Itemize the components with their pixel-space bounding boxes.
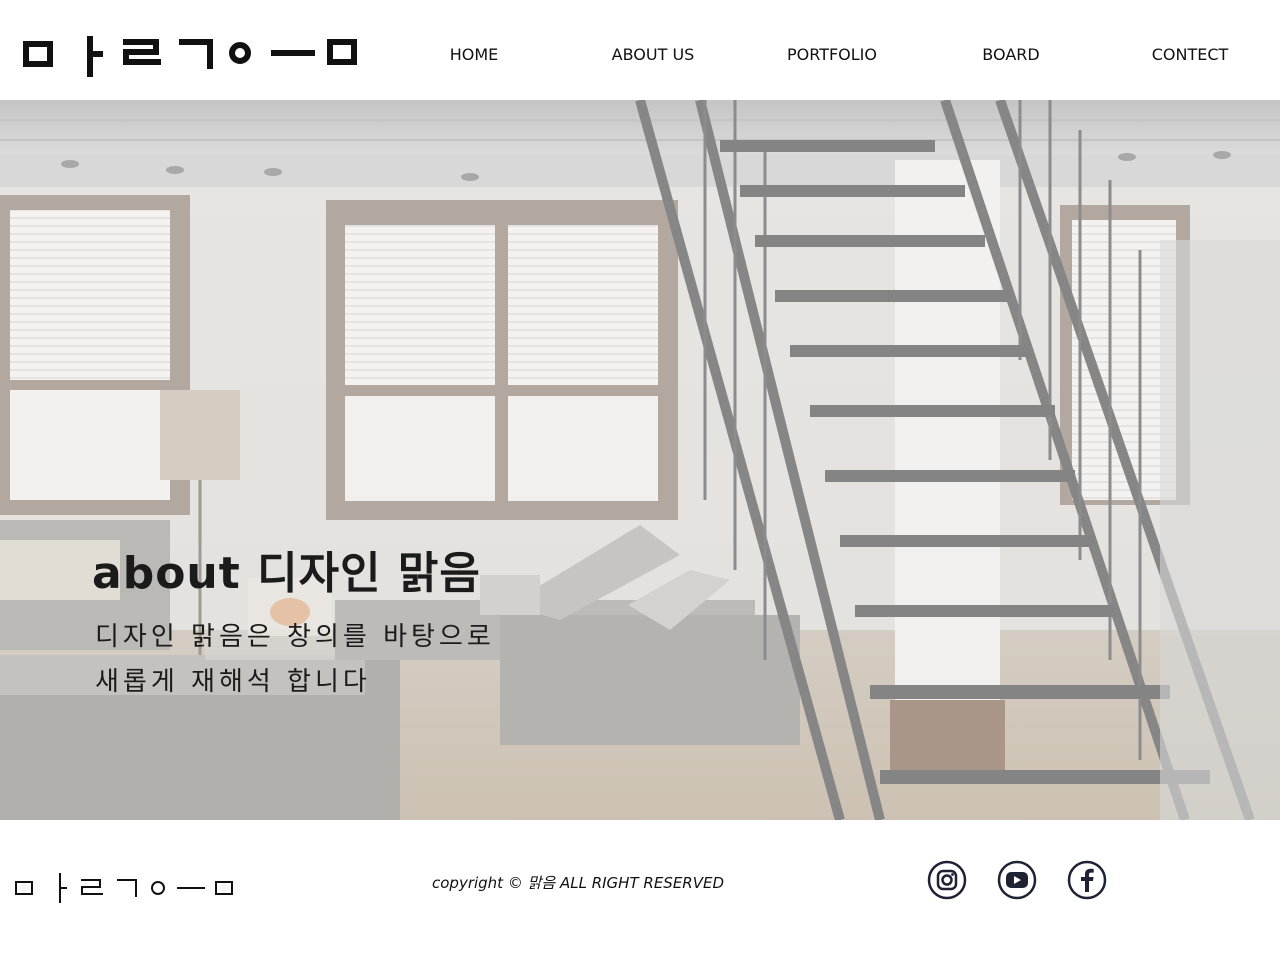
footer-logo bbox=[15, 873, 233, 903]
instagram-icon[interactable] bbox=[927, 860, 967, 900]
hero-background-image bbox=[0, 100, 1280, 820]
hero-description-line: 새롭게 재해석 합니다 bbox=[95, 667, 371, 697]
nav-portfolio[interactable]: PORTFOLIO bbox=[787, 45, 877, 64]
youtube-icon[interactable] bbox=[997, 860, 1037, 900]
hero-description: 디자인 맑음은 창의를 바탕으로 새롭게 재해석 합니다 bbox=[95, 615, 495, 705]
nav-board[interactable]: BOARD bbox=[982, 45, 1039, 64]
nav-home[interactable]: HOME bbox=[450, 45, 499, 64]
site-footer: copyright © 맑음 ALL RIGHT RESERVED bbox=[0, 820, 1280, 953]
nav-contect[interactable]: CONTECT bbox=[1152, 45, 1229, 64]
hero-description-line: 디자인 맑음은 창의를 바탕으로 bbox=[95, 622, 495, 652]
copyright-text: copyright © 맑음 ALL RIGHT RESERVED bbox=[432, 874, 725, 892]
nav-about-us[interactable]: ABOUT US bbox=[612, 45, 695, 64]
main-nav: HOME ABOUT US PORTFOLIO BOARD CONTECT bbox=[0, 45, 1280, 69]
site-header: HOME ABOUT US PORTFOLIO BOARD CONTECT bbox=[0, 0, 1280, 100]
hero-section: about 디자인 맑음 디자인 맑음은 창의를 바탕으로 새롭게 재해석 합니… bbox=[0, 100, 1280, 820]
facebook-icon[interactable] bbox=[1067, 860, 1107, 900]
hero-title: about 디자인 맑음 bbox=[92, 548, 481, 600]
